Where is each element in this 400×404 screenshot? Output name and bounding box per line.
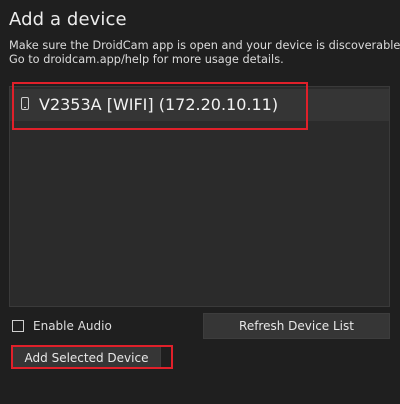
add-device-dialog: Add a device Make sure the DroidCam app …: [0, 0, 400, 404]
dialog-title: Add a device: [9, 9, 127, 30]
enable-audio-checkbox[interactable]: [12, 320, 24, 332]
enable-audio-option[interactable]: Enable Audio: [12, 319, 112, 333]
refresh-device-list-button[interactable]: Refresh Device List: [203, 313, 390, 339]
enable-audio-label: Enable Audio: [33, 319, 112, 333]
device-label: V2353A [WIFI] (172.20.10.11): [39, 95, 279, 114]
instruction-line-1: Make sure the DroidCam app is open and y…: [9, 39, 400, 52]
instruction-line-2: Go to droidcam.app/help for more usage d…: [9, 53, 284, 66]
device-list[interactable]: V2353A [WIFI] (172.20.10.11): [9, 86, 390, 307]
phone-icon: [21, 97, 29, 110]
device-list-item[interactable]: V2353A [WIFI] (172.20.10.11): [10, 89, 389, 121]
add-selected-device-button[interactable]: Add Selected Device: [12, 346, 161, 369]
dialog-instructions: Make sure the DroidCam app is open and y…: [9, 39, 400, 67]
